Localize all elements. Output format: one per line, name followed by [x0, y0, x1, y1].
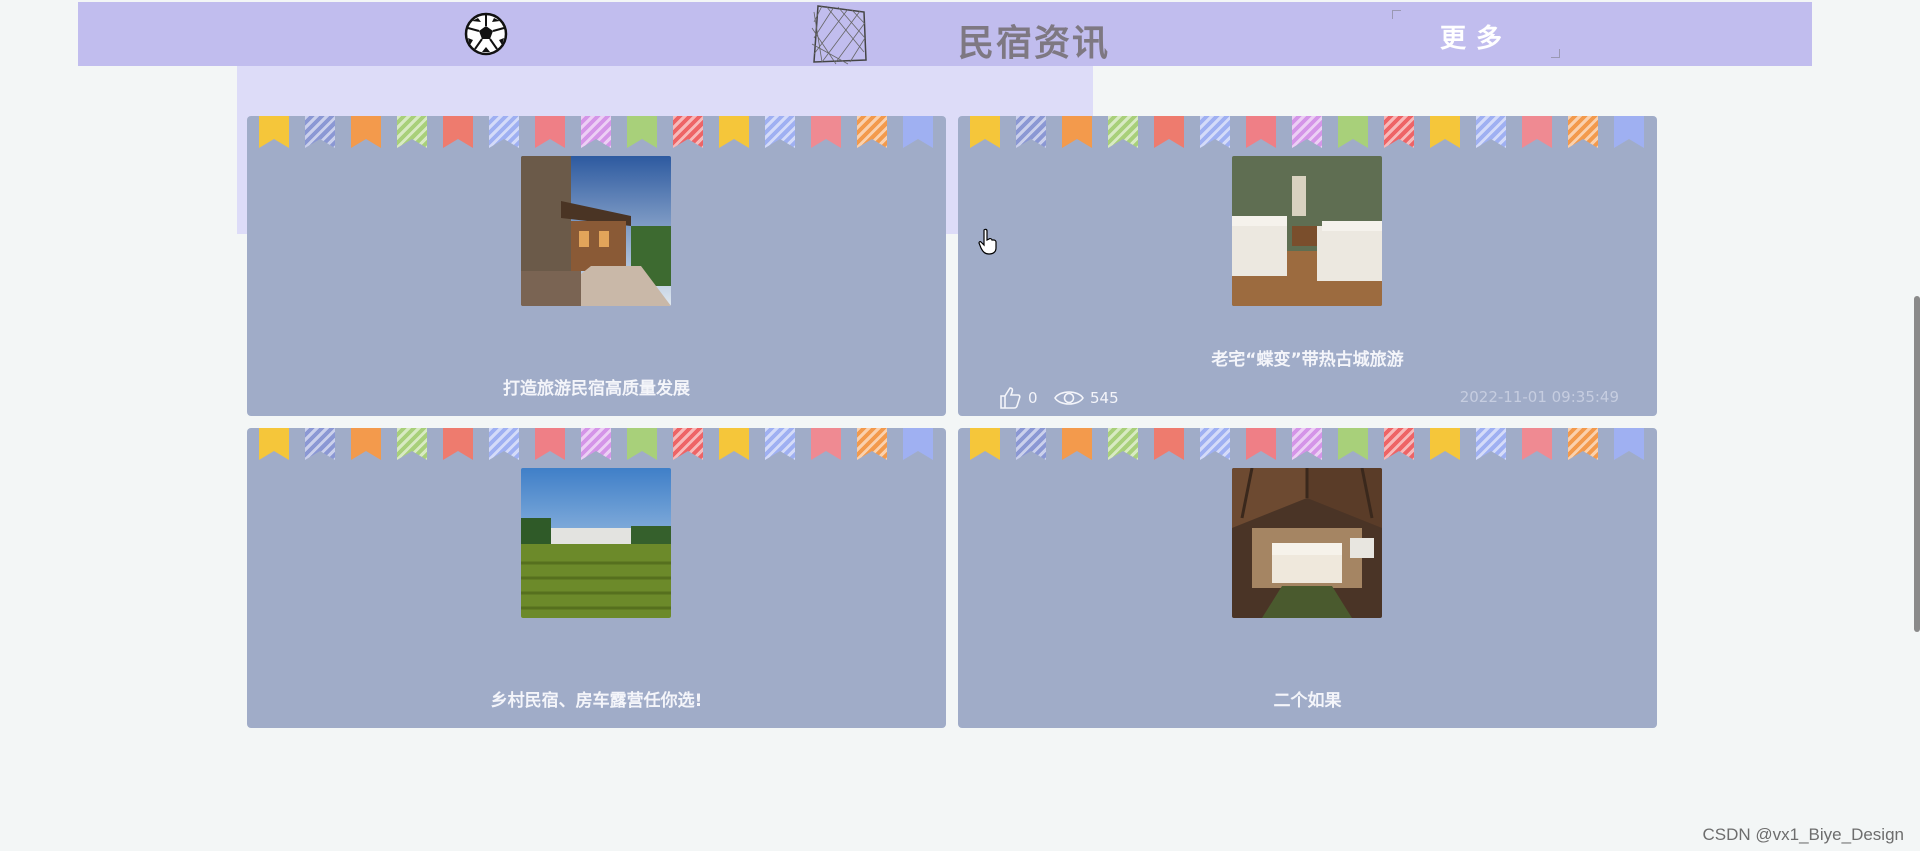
- bunting-flag: [443, 428, 473, 460]
- bunting-flag: [627, 428, 657, 460]
- bunting-flag: [1292, 428, 1322, 460]
- bunting-flag: [1154, 428, 1184, 460]
- bunting-flag: [673, 116, 703, 148]
- bunting-flag: [1062, 428, 1092, 460]
- bunting-flag: [719, 428, 749, 460]
- bunting-flag: [397, 116, 427, 148]
- bunting-flag: [857, 428, 887, 460]
- bunting-flag: [305, 428, 335, 460]
- bunting-flag: [1384, 428, 1414, 460]
- goal-net-icon: [811, 5, 867, 65]
- hand-cursor-icon: [978, 228, 997, 255]
- more-label: 更多: [1440, 24, 1513, 54]
- bunting-flag: [1246, 116, 1276, 148]
- bunting-flag: [535, 428, 565, 460]
- bunting-flag: [1338, 116, 1368, 148]
- news-title[interactable]: 乡村民宿、房车露营任你选!: [247, 686, 946, 711]
- bunting-flags: [259, 428, 939, 462]
- bunting-flag: [1016, 116, 1046, 148]
- news-title[interactable]: 二个如果: [958, 686, 1657, 711]
- view-count: 545: [1090, 389, 1119, 407]
- like-stat[interactable]: 0: [998, 386, 1038, 410]
- news-card[interactable]: 打造旅游民宿高质量发展: [247, 116, 946, 416]
- bunting-flag: [535, 116, 565, 148]
- bunting-flag: [765, 116, 795, 148]
- news-card[interactable]: 老宅“蝶变”带热古城旅游 0 545 2022-11-01 09:35:49: [958, 116, 1657, 416]
- bunting-flag: [903, 428, 933, 460]
- bunting-flag: [1384, 116, 1414, 148]
- bunting-flag: [1430, 428, 1460, 460]
- bunting-flag: [351, 116, 381, 148]
- bunting-flag: [1016, 428, 1046, 460]
- news-title[interactable]: 打造旅游民宿高质量发展: [247, 374, 946, 399]
- bunting-flag: [1246, 428, 1276, 460]
- bunting-flag: [1522, 116, 1552, 148]
- bunting-flag: [1108, 428, 1138, 460]
- news-date: 2022-11-01 09:35:49: [1459, 388, 1619, 406]
- watermark: CSDN @vx1_Biye_Design: [1702, 825, 1904, 844]
- bunting-flag: [1200, 116, 1230, 148]
- bunting-flag: [1154, 116, 1184, 148]
- bunting-flag: [811, 116, 841, 148]
- bunting-flag: [1614, 116, 1644, 148]
- bunting-flag: [305, 116, 335, 148]
- bunting-flag: [259, 116, 289, 148]
- soccer-ball-icon: [464, 12, 508, 56]
- bunting-flag: [673, 428, 703, 460]
- bunting-flag: [581, 116, 611, 148]
- news-thumbnail: [1232, 468, 1382, 618]
- bunting-flag: [857, 116, 887, 148]
- more-button[interactable]: 更多: [1388, 10, 1564, 58]
- bunting-flag: [1568, 116, 1598, 148]
- bunting-flag: [1476, 428, 1506, 460]
- bunting-flag: [489, 116, 519, 148]
- news-thumbnail: [521, 156, 671, 306]
- bunting-flag: [903, 116, 933, 148]
- bunting-flags: [970, 428, 1650, 462]
- bunting-flag: [970, 116, 1000, 148]
- section-header-bar: 民宿资讯 更多: [78, 2, 1812, 66]
- corner-decoration: [1392, 10, 1401, 19]
- bunting-flag: [627, 116, 657, 148]
- bunting-flag: [719, 116, 749, 148]
- bunting-flag: [351, 428, 381, 460]
- bunting-flag: [765, 428, 795, 460]
- bunting-flag: [970, 428, 1000, 460]
- bunting-flag: [1430, 116, 1460, 148]
- bunting-flags: [970, 116, 1650, 150]
- news-card[interactable]: 二个如果: [958, 428, 1657, 728]
- scrollbar[interactable]: [1914, 296, 1920, 632]
- news-card[interactable]: 乡村民宿、房车露营任你选!: [247, 428, 946, 728]
- bunting-flag: [397, 428, 427, 460]
- bunting-flag: [1062, 116, 1092, 148]
- bunting-flag: [1476, 116, 1506, 148]
- bunting-flag: [1292, 116, 1322, 148]
- bunting-flag: [581, 428, 611, 460]
- bunting-flags: [259, 116, 939, 150]
- bunting-flag: [489, 428, 519, 460]
- bunting-flag: [1522, 428, 1552, 460]
- bunting-flag: [1108, 116, 1138, 148]
- news-title[interactable]: 老宅“蝶变”带热古城旅游: [958, 345, 1657, 370]
- bunting-flag: [1614, 428, 1644, 460]
- like-count: 0: [1028, 389, 1038, 407]
- bunting-flag: [1200, 428, 1230, 460]
- news-thumbnail: [1232, 156, 1382, 306]
- corner-decoration: [1551, 49, 1560, 58]
- thumbs-up-icon: [1000, 387, 1021, 409]
- section-title: 民宿资讯: [958, 23, 1111, 64]
- bunting-flag: [1338, 428, 1368, 460]
- bunting-flag: [443, 116, 473, 148]
- news-thumbnail: [521, 468, 671, 618]
- view-stat: 545: [1054, 386, 1119, 410]
- eye-icon: [1054, 391, 1084, 405]
- bunting-flag: [259, 428, 289, 460]
- bunting-flag: [811, 428, 841, 460]
- bunting-flag: [1568, 428, 1598, 460]
